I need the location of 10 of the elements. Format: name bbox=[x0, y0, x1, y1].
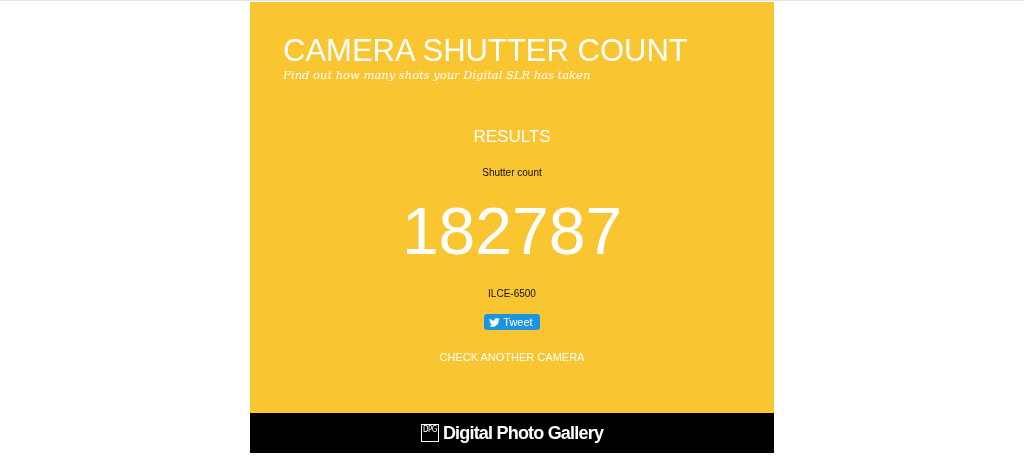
page-subtitle: Find out how many shots your Digital SLR has taken bbox=[283, 68, 592, 82]
camera-model: ILCE-6500 bbox=[488, 288, 536, 299]
shutter-count-value: 182787 bbox=[401, 196, 623, 266]
brand-name: Digital Photo Gallery bbox=[442, 422, 604, 444]
tweet-button[interactable]: Tweet bbox=[484, 314, 540, 330]
shutter-count-label: Shutter count bbox=[482, 167, 542, 178]
logo-mark: DPG bbox=[420, 424, 439, 442]
bird-icon bbox=[489, 317, 501, 327]
results-heading: RESULTS bbox=[473, 127, 551, 147]
page-title: CAMERA SHUTTER COUNT bbox=[283, 34, 689, 68]
